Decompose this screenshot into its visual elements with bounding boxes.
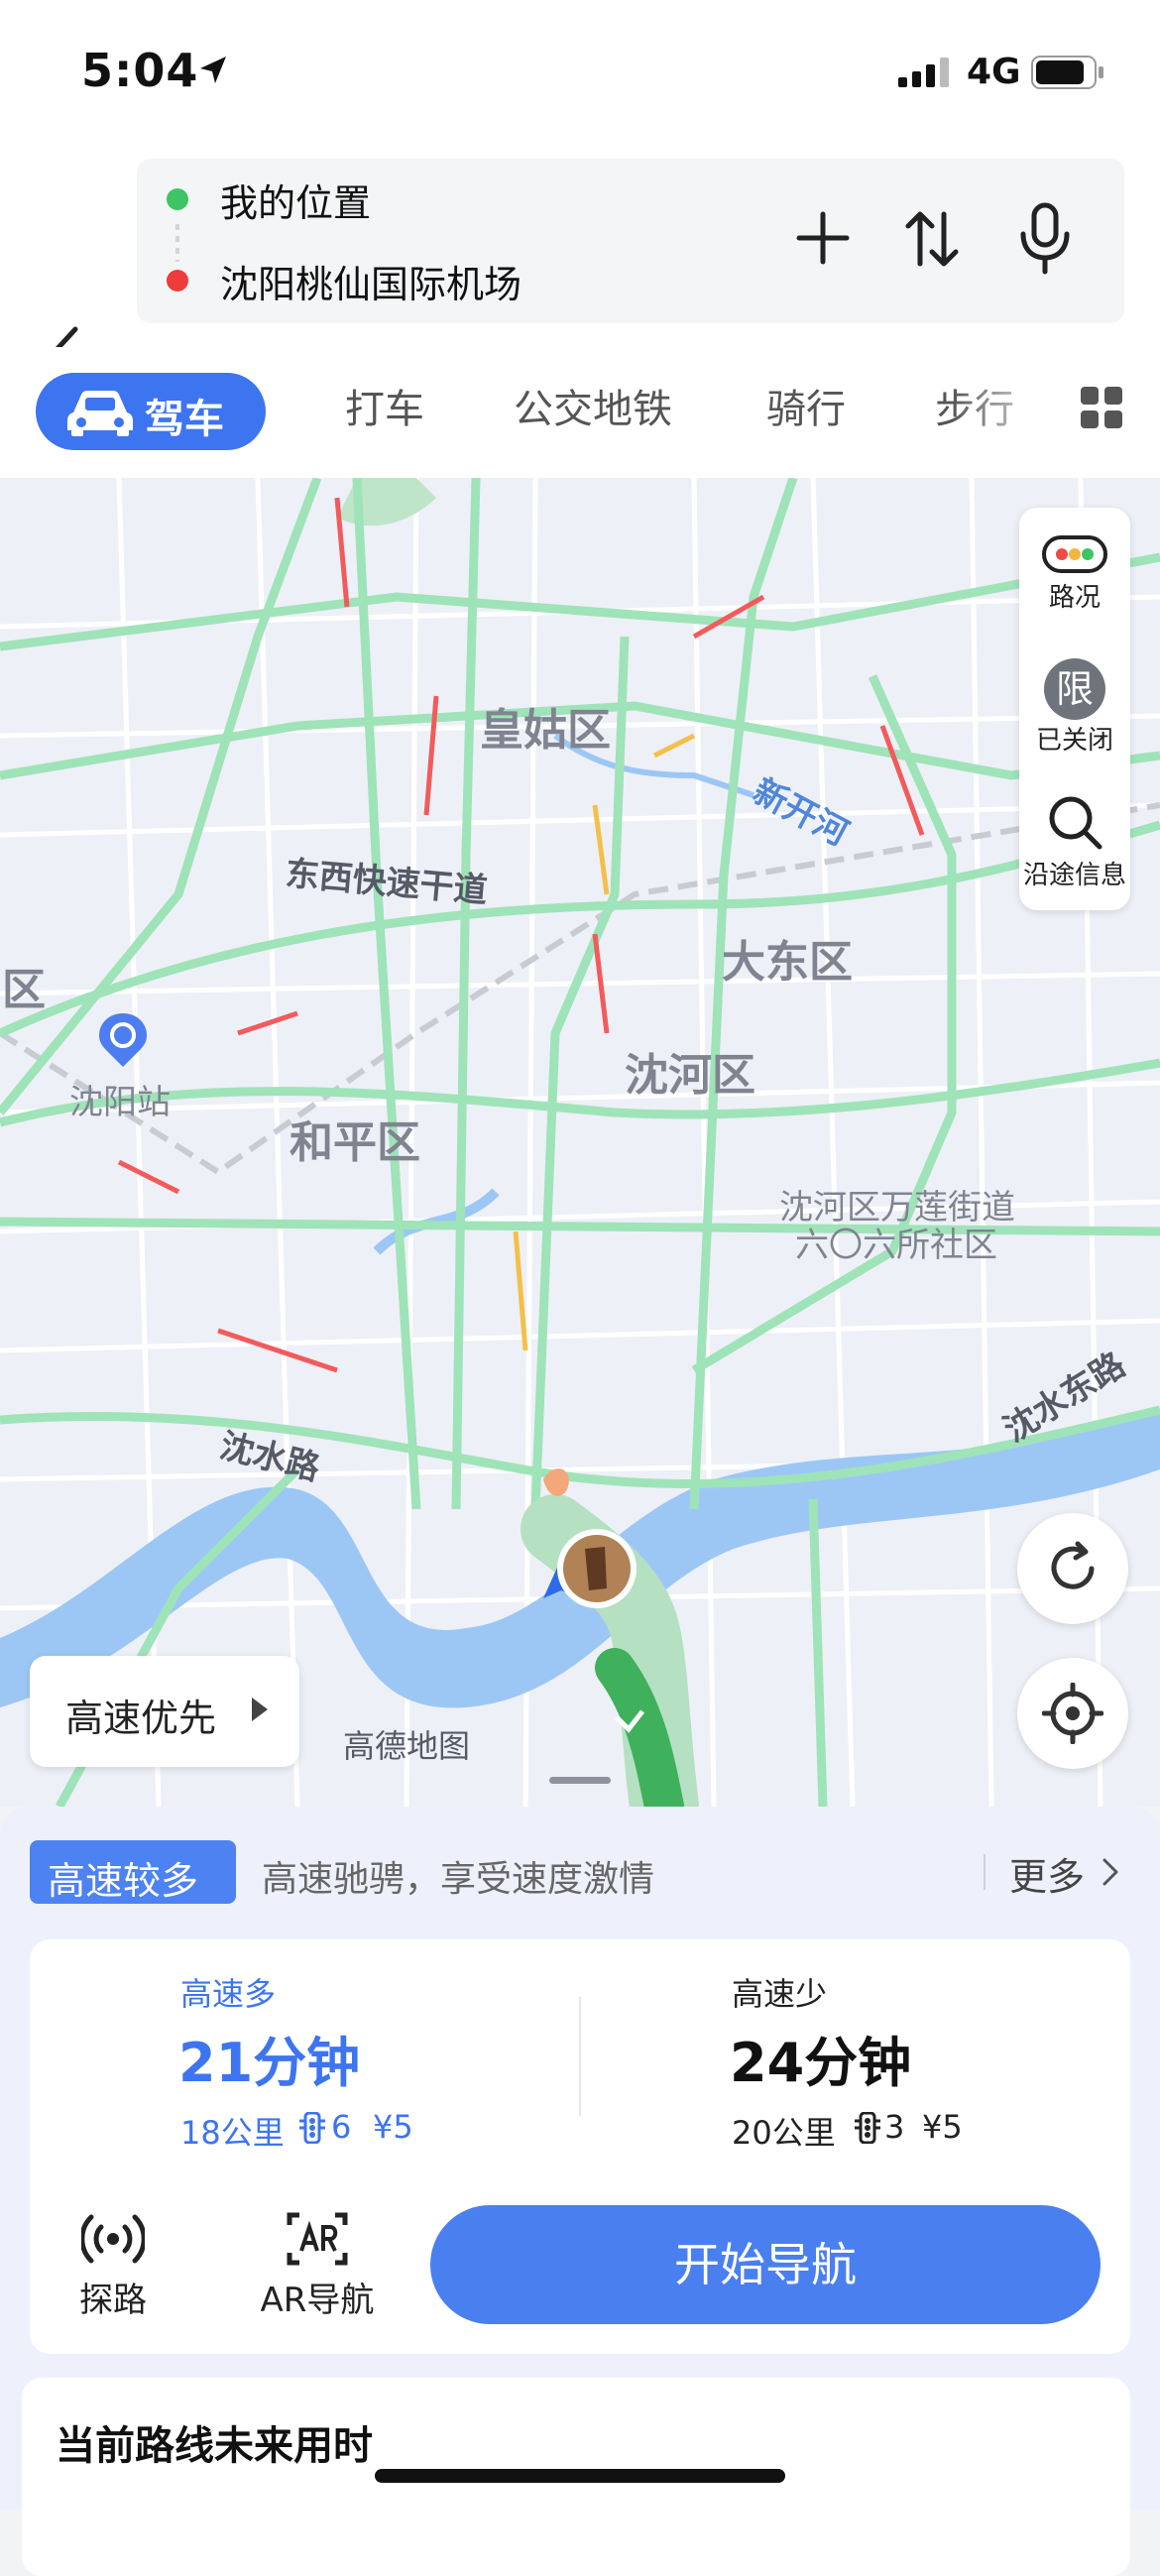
destination-field[interactable]: 沈阳桃仙国际机场: [220, 254, 522, 308]
add-waypoint-icon[interactable]: [795, 210, 851, 266]
status-bar: 5:04 4G: [0, 0, 1160, 149]
highlight-divider: [984, 1854, 986, 1890]
map-label-district-partial: 区: [2, 965, 46, 1015]
ar-icon: [287, 2212, 348, 2266]
tab-transit[interactable]: 公交地铁: [514, 377, 672, 434]
tab-drive[interactable]: 驾车: [36, 373, 266, 450]
locate-button[interactable]: [1017, 1658, 1128, 1769]
map-label-606-community: 六〇六所社区: [795, 1226, 997, 1265]
microphone-icon[interactable]: [1017, 202, 1073, 276]
route-option-1[interactable]: 高速多 21分钟 18公里 6 ¥5: [30, 1939, 579, 2158]
option-1-toll: ¥5: [373, 2108, 413, 2146]
transport-tabs: 驾车 打车 公交地铁 骑行 步行: [0, 347, 1160, 479]
more-modes-grid-icon[interactable]: [1081, 387, 1122, 428]
restriction-toggle[interactable]: 限 已关闭: [1019, 658, 1130, 757]
route-preference-label: 高速优先: [65, 1697, 217, 1740]
battery-icon: [1031, 56, 1103, 89]
option-1-time: 21分钟: [178, 2032, 361, 2094]
route-dash-divider: [175, 224, 179, 262]
option-2-time: 24分钟: [730, 2032, 912, 2094]
start-navigation-button[interactable]: 开始导航: [430, 2205, 1101, 2324]
signal-icon: [898, 58, 949, 87]
option-2-label: 高速少: [732, 1975, 828, 2013]
sheet-drag-handle[interactable]: [549, 1777, 611, 1784]
more-options-link[interactable]: 更多: [1009, 1846, 1085, 1901]
broadcast-icon: [79, 2214, 147, 2264]
map-label-dadong: 大东区: [722, 937, 853, 988]
option-1-label: 高速多: [180, 1975, 277, 2013]
train-station-icon: [99, 1013, 147, 1067]
map-roads: [0, 478, 1160, 1807]
refresh-button[interactable]: [1017, 1513, 1128, 1624]
destination-dot-icon: [167, 270, 188, 292]
route-options-card: 高速多 21分钟 18公里 6 ¥5 高速少 24分钟 20公里 3 ¥5 探路…: [30, 1939, 1130, 2354]
map-view[interactable]: 皇姑区 大东区 沈河区 和平区 区 东西快速干道 沈水路 沈水东路 新开河 沈阳…: [0, 478, 1160, 1807]
traffic-toggle[interactable]: 路况: [1019, 535, 1130, 614]
highlight-tag: 高速较多: [30, 1840, 236, 1904]
tab-taxi[interactable]: 打车: [345, 377, 424, 434]
map-label-shenhe: 沈河区: [625, 1050, 755, 1101]
option-2-toll: ¥5: [922, 2108, 963, 2146]
car-icon: [67, 391, 133, 436]
map-label-shenyang-station: 沈阳站: [69, 1083, 171, 1122]
location-arrow-icon: [200, 57, 226, 83]
ar-navigation-button[interactable]: AR导航: [248, 2209, 387, 2321]
refresh-icon: [1051, 1541, 1095, 1589]
home-indicator[interactable]: [375, 2469, 785, 2483]
origin-dot-icon: [167, 188, 188, 210]
crosshair-icon: [1042, 1683, 1103, 1744]
amap-watermark: 高德地图: [343, 1727, 471, 1765]
play-triangle-icon: [252, 1698, 268, 1721]
option-1-distance: 18公里: [180, 2114, 285, 2152]
tab-drive-label: 驾车: [145, 397, 224, 442]
chevron-right-icon[interactable]: [1102, 1858, 1118, 1886]
map-control-panel: 路况 限 已关闭 沿途信息: [1019, 508, 1130, 910]
status-time: 5:04: [81, 44, 199, 97]
route-option-2[interactable]: 高速少 24分钟 20公里 3 ¥5: [581, 1939, 1130, 2158]
option-2-distance: 20公里: [732, 2114, 836, 2152]
swap-route-icon[interactable]: [904, 208, 960, 270]
option-2-lights: 3: [884, 2108, 905, 2146]
future-time-title: 当前路线未来用时: [56, 2423, 373, 2469]
route-preference-button[interactable]: 高速优先: [30, 1656, 299, 1767]
search-icon: [1049, 796, 1102, 850]
network-type: 4G: [967, 52, 1021, 92]
along-route-label: 沿途信息: [1022, 861, 1126, 890]
traffic-lights-count-icon: [299, 2112, 325, 2144]
explore-route-label: 探路: [79, 2281, 147, 2320]
explore-route-button[interactable]: 探路: [65, 2209, 161, 2321]
traffic-lights-count-icon: [855, 2112, 880, 2144]
highlight-tag-label: 高速较多: [48, 1859, 199, 1903]
option-1-lights: 6: [331, 2108, 352, 2146]
along-route-info[interactable]: 沿途信息: [1019, 793, 1130, 891]
origin-field[interactable]: 我的位置: [220, 173, 371, 227]
restriction-icon: 限: [1044, 658, 1105, 720]
ar-navigation-label: AR导航: [260, 2281, 375, 2320]
traffic-light-icon: [1042, 535, 1107, 573]
tab-cycling[interactable]: 骑行: [766, 377, 846, 434]
highlight-description: 高速驰骋，享受速度激情: [262, 1859, 655, 1900]
route-input-box: 我的位置 沈阳桃仙国际机场: [137, 159, 1124, 323]
restriction-label: 已关闭: [1035, 726, 1113, 756]
traffic-label: 路况: [1048, 583, 1101, 613]
tabs-fade: [952, 347, 1061, 478]
map-label-heping: 和平区: [290, 1117, 420, 1168]
map-label-huanggu: 皇姑区: [480, 705, 611, 756]
